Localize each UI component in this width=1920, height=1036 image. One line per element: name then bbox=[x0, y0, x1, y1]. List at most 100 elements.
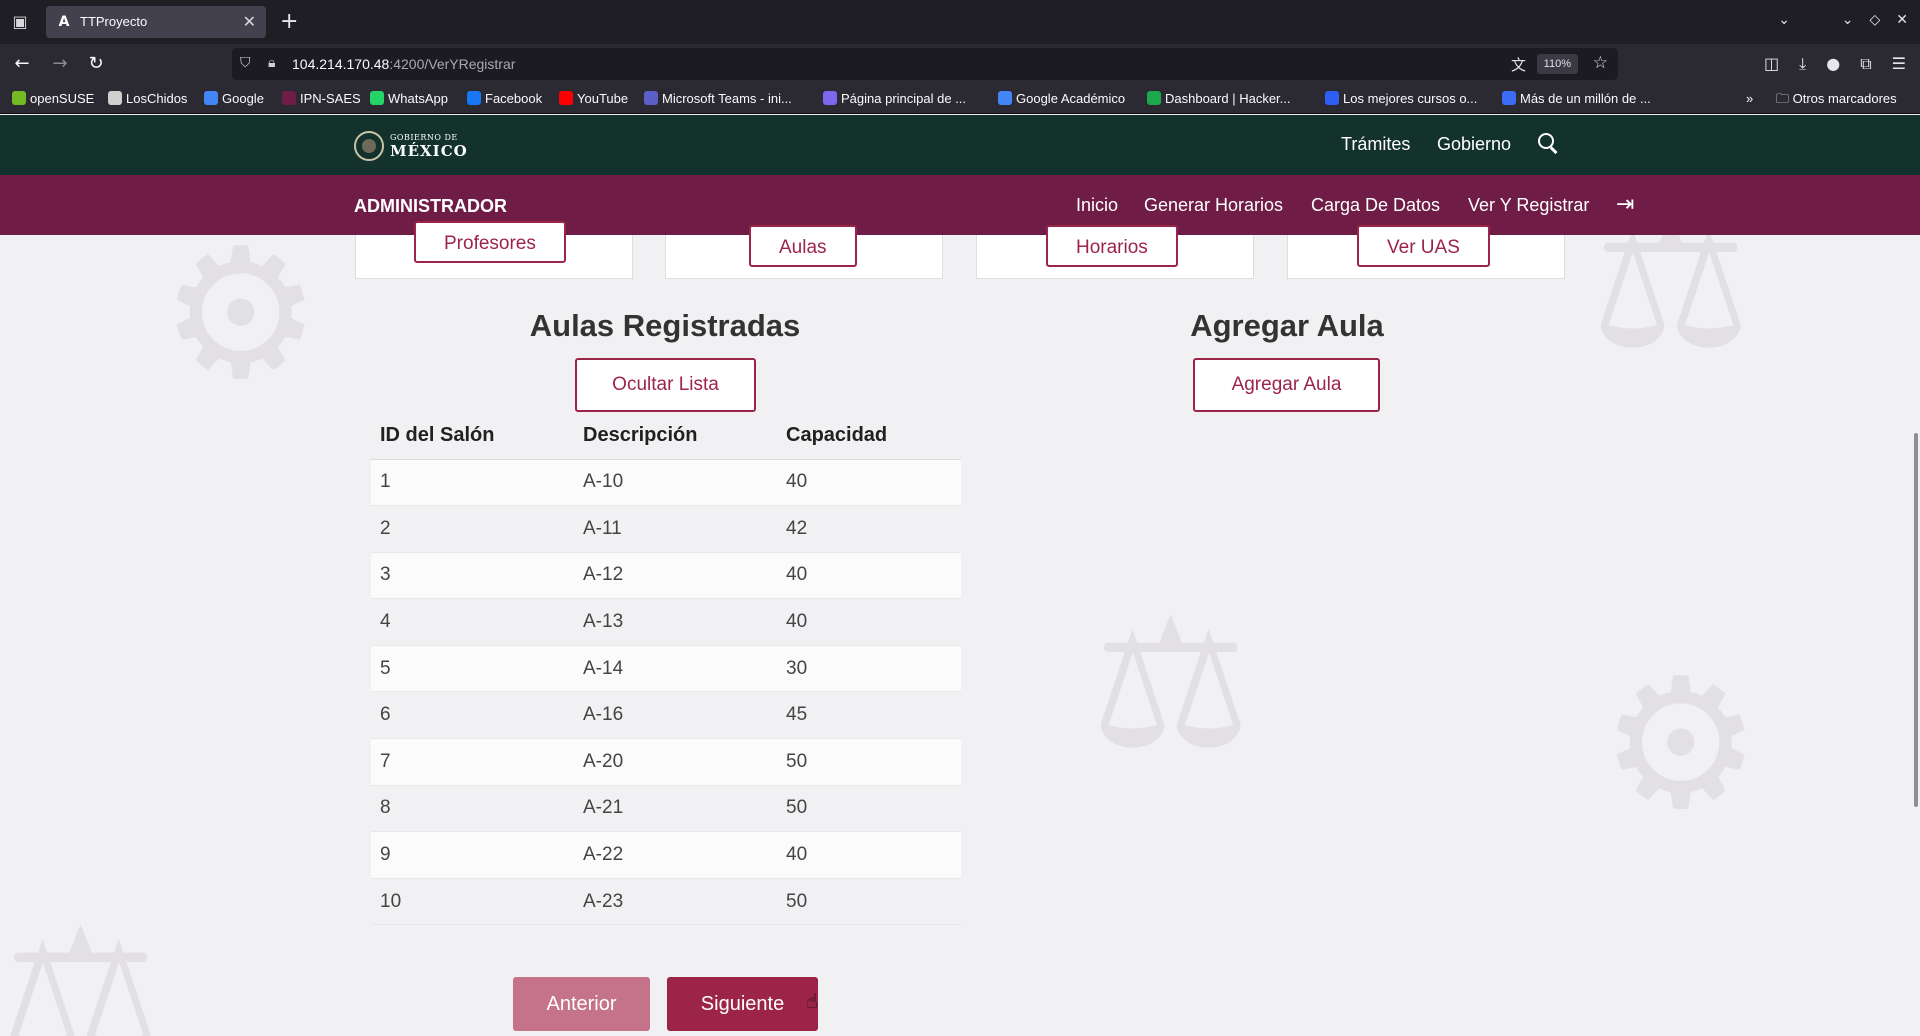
url-path: :4200/VerYRegistrar bbox=[389, 56, 516, 72]
forward-icon[interactable]: → bbox=[48, 52, 72, 76]
bookmark-label: Google bbox=[222, 91, 264, 106]
cell-descripcion: A-21 bbox=[574, 785, 777, 833]
admin-title: ADMINISTRADOR bbox=[354, 196, 507, 216]
bookmark-item[interactable]: LosChidos bbox=[108, 90, 187, 108]
shield-icon[interactable]: ⛉ bbox=[240, 55, 251, 71]
url-bar[interactable]: ⛉ 🔒︎ 104.214.170.48:4200/VerYRegistrar 文… bbox=[232, 48, 1618, 80]
web-page: ⚙ ⚖ ⚖ ⚙ ⚖ GOBIERNO DE MÉXICO Trámites Go… bbox=[0, 115, 1920, 1036]
agregar-aula-button[interactable]: Agregar Aula bbox=[1193, 358, 1380, 412]
cell-capacidad: 30 bbox=[777, 645, 961, 693]
bookmark-item[interactable]: WhatsApp bbox=[370, 90, 448, 108]
bookmarks-overflow-icon[interactable]: » bbox=[1746, 90, 1753, 108]
back-icon[interactable]: ← bbox=[10, 52, 34, 76]
tab-list-icon[interactable]: ▣ bbox=[10, 12, 30, 32]
cell-descripcion: A-12 bbox=[574, 552, 777, 600]
table-row: 2 A-11 42 bbox=[371, 505, 961, 553]
nav-generar-horarios[interactable]: Generar Horarios bbox=[1144, 195, 1283, 216]
bookmark-item[interactable]: Microsoft Teams - ini... bbox=[644, 90, 792, 108]
cell-capacidad: 50 bbox=[777, 878, 961, 926]
card-ver-uas: Ver UAS bbox=[1287, 225, 1565, 279]
cell-capacidad: 40 bbox=[777, 459, 961, 507]
background-gear-icon: ⚙ bbox=[1600, 640, 1762, 849]
gob-header: GOBIERNO DE MÉXICO Trámites Gobierno bbox=[0, 115, 1920, 175]
cell-id: 4 bbox=[371, 598, 574, 646]
zoom-badge[interactable]: 110% bbox=[1536, 54, 1578, 74]
logout-icon[interactable]: ⇥ bbox=[1616, 193, 1642, 217]
bookmark-item[interactable]: Los mejores cursos o... bbox=[1325, 90, 1477, 108]
bookmark-star-icon[interactable]: ☆ bbox=[1593, 53, 1608, 73]
opensuse-icon bbox=[12, 91, 26, 105]
nav-carga-de-datos[interactable]: Carga De Datos bbox=[1311, 195, 1440, 216]
bookmark-item[interactable]: Más de un millón de ... bbox=[1502, 90, 1651, 108]
bookmark-label: Google Académico bbox=[1016, 91, 1126, 106]
other-bookmarks-folder[interactable]: 🗀 Otros marcadores bbox=[1776, 90, 1897, 108]
maximize-icon[interactable]: ◇ bbox=[1869, 12, 1880, 28]
menu-icon[interactable]: ☰ bbox=[1892, 54, 1906, 74]
bookmark-label: YouTube bbox=[577, 91, 629, 106]
reload-icon[interactable]: ↻ bbox=[84, 52, 108, 76]
new-tab-icon[interactable]: + bbox=[280, 10, 298, 34]
ver-uas-button[interactable]: Ver UAS bbox=[1357, 225, 1490, 267]
bookmark-item[interactable]: IPN-SAES bbox=[282, 90, 361, 108]
translate-icon[interactable]: 文 bbox=[1511, 54, 1526, 75]
downloads-icon[interactable]: ⤓ bbox=[1799, 54, 1806, 74]
minimize-icon[interactable]: ⌄ bbox=[1842, 12, 1854, 28]
page-icon bbox=[823, 91, 837, 105]
bookmark-item[interactable]: Facebook bbox=[467, 90, 542, 108]
github-icon bbox=[108, 91, 122, 105]
table-row: 8 A-21 50 bbox=[371, 785, 961, 833]
tab-title: TTProyecto bbox=[80, 14, 148, 29]
gob-link-gobierno[interactable]: Gobierno bbox=[1437, 134, 1511, 155]
bookmark-label: Los mejores cursos o... bbox=[1343, 91, 1478, 106]
column-header-descripcion: Descripción bbox=[574, 413, 777, 460]
anterior-button[interactable]: Anterior bbox=[513, 977, 650, 1031]
lock-icon[interactable]: 🔒︎ bbox=[268, 55, 275, 71]
tab-favicon: A bbox=[58, 14, 70, 30]
browser-tab-bar: ▣ A TTProyecto ✕ + ⌄ ⌄ ◇ ✕ bbox=[0, 0, 1920, 44]
table-row: 6 A-16 45 bbox=[371, 691, 961, 740]
folder-icon: 🗀 bbox=[1776, 91, 1793, 106]
search-icon[interactable] bbox=[1536, 131, 1560, 155]
table-row: 3 A-12 40 bbox=[371, 552, 961, 600]
scholar-icon bbox=[998, 91, 1012, 105]
bookmark-item[interactable]: Dashboard | Hacker... bbox=[1147, 90, 1291, 108]
browser-nav-bar: ← → ↻ ⛉ 🔒︎ 104.214.170.48:4200/VerYRegis… bbox=[0, 44, 1920, 84]
tab-close-icon[interactable]: ✕ bbox=[243, 12, 256, 31]
profesores-button[interactable]: Profesores bbox=[414, 221, 566, 263]
extensions-icon[interactable]: ⧉ bbox=[1860, 54, 1871, 74]
aulas-button[interactable]: Aulas bbox=[749, 225, 857, 267]
cell-id: 5 bbox=[371, 645, 574, 693]
page-scrollbar[interactable] bbox=[1912, 115, 1920, 1036]
cell-descripcion: A-23 bbox=[574, 878, 777, 926]
gob-link-tramites[interactable]: Trámites bbox=[1341, 134, 1410, 155]
account-icon[interactable]: ● bbox=[1826, 54, 1840, 74]
column-header-id: ID del Salón bbox=[371, 413, 574, 460]
bookmark-item[interactable]: YouTube bbox=[559, 90, 628, 108]
bookmark-item[interactable]: openSUSE bbox=[12, 90, 94, 108]
youtube-icon bbox=[559, 91, 573, 105]
cloud-icon bbox=[1502, 91, 1516, 105]
bookmark-item[interactable]: Página principal de ... bbox=[823, 90, 966, 108]
table-row: 4 A-13 40 bbox=[371, 598, 961, 646]
url-text[interactable]: 104.214.170.48:4200/VerYRegistrar bbox=[292, 56, 515, 72]
scroll-thumb[interactable] bbox=[1914, 433, 1918, 807]
gob-mx-logo[interactable]: GOBIERNO DE MÉXICO bbox=[354, 131, 468, 161]
url-host: 104.214.170.48 bbox=[292, 56, 390, 72]
bookmark-item[interactable]: Google bbox=[204, 90, 264, 108]
category-cards: Profesores Aulas Horarios Ver UAS bbox=[0, 221, 1920, 285]
pocket-icon[interactable]: ◫ bbox=[1764, 54, 1779, 74]
horarios-button[interactable]: Horarios bbox=[1046, 225, 1178, 267]
nav-ver-y-registrar[interactable]: Ver Y Registrar bbox=[1468, 195, 1589, 216]
google-icon bbox=[204, 91, 218, 105]
cell-id: 9 bbox=[371, 831, 574, 879]
teams-icon bbox=[644, 91, 658, 105]
window-close-icon[interactable]: ✕ bbox=[1896, 12, 1908, 28]
nav-inicio[interactable]: Inicio bbox=[1076, 195, 1118, 216]
bookmark-item[interactable]: Google Académico bbox=[998, 90, 1125, 108]
browser-tab[interactable]: A TTProyecto ✕ bbox=[46, 6, 266, 38]
siguiente-button[interactable]: Siguiente bbox=[667, 977, 818, 1031]
ocultar-lista-button[interactable]: Ocultar Lista bbox=[575, 358, 756, 412]
cell-descripcion: A-14 bbox=[574, 645, 777, 693]
cell-id: 6 bbox=[371, 691, 574, 740]
tabs-overflow-icon[interactable]: ⌄ bbox=[1778, 12, 1790, 28]
